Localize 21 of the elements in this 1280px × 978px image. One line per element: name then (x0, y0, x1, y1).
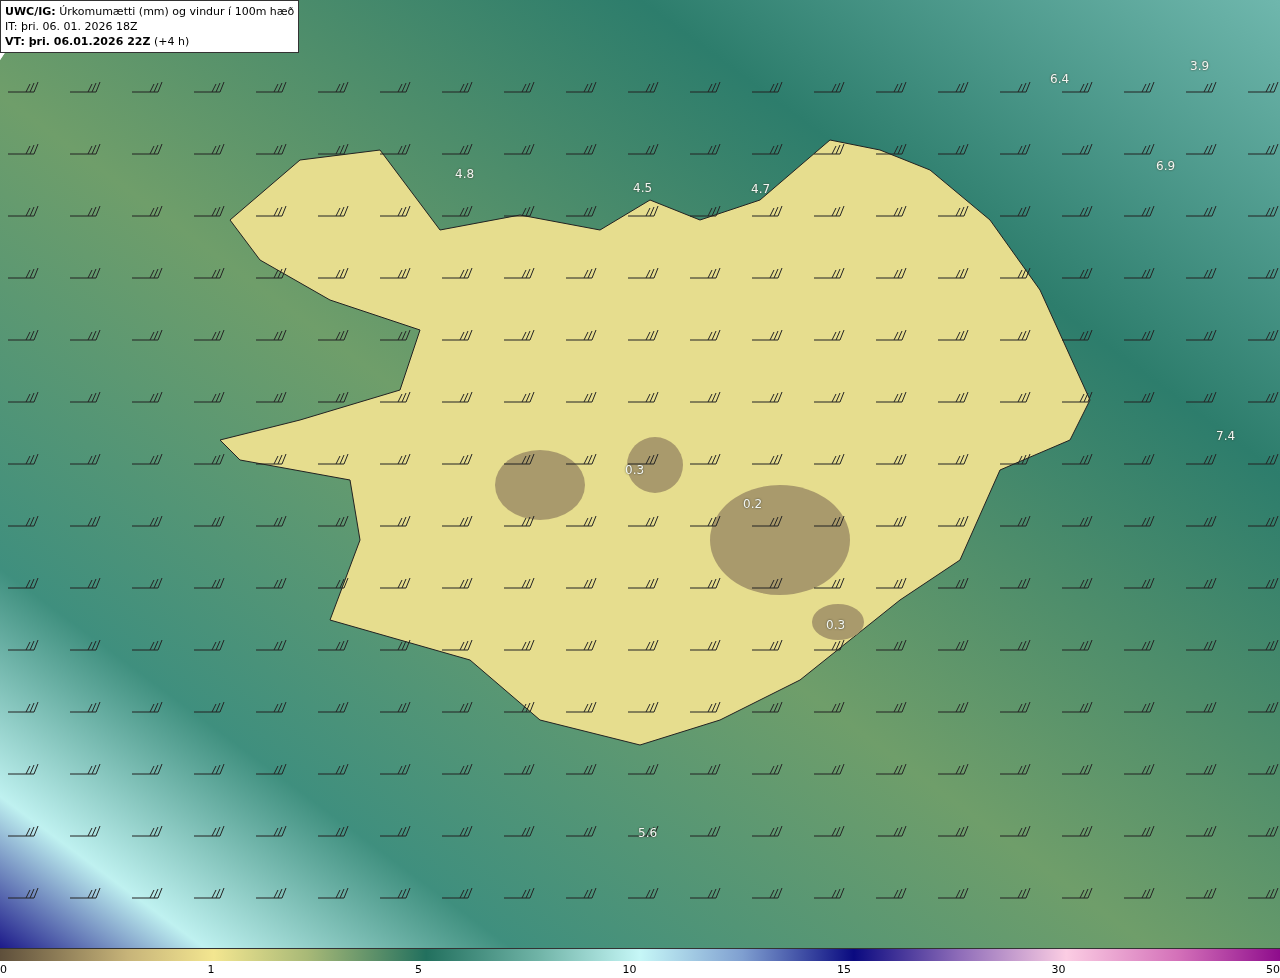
value-label: 6.4 (1050, 72, 1070, 86)
colorbar-tick-label: 5 (415, 963, 422, 977)
value-label: 4.8 (455, 167, 475, 181)
valid-time: VT: þri. 06.01.2026 22Z (+4 h) (5, 34, 191, 49)
value-label: 0.2 (743, 497, 763, 511)
value-label: 5.6 (638, 826, 658, 840)
colorbar-tick-label: 10 (622, 963, 637, 977)
value-label: 4.5 (633, 181, 653, 195)
colorbar-tick-label: 15 (837, 963, 851, 977)
value-label: 6.9 (1156, 159, 1176, 173)
colorbar-tick-label: 1 (207, 963, 215, 977)
value-label: 4.7 (751, 182, 771, 196)
colorbar-tick-label: 0 (0, 963, 7, 977)
value-label: 0.3 (826, 618, 846, 632)
issue-time: IT: þri. 06. 01. 2026 18Z (5, 19, 139, 34)
product-title: UWC/IG: Úrkomumætti (mm) og vindur í 100m hæð (5, 4, 295, 19)
colorbar-tick-label: 30 (1051, 963, 1066, 977)
value-label: 0.3 (625, 463, 645, 477)
colorbar-tick-label: 50 (1266, 963, 1280, 977)
value-label: 3.9 (1190, 59, 1210, 73)
value-label: 7.4 (1216, 429, 1236, 443)
